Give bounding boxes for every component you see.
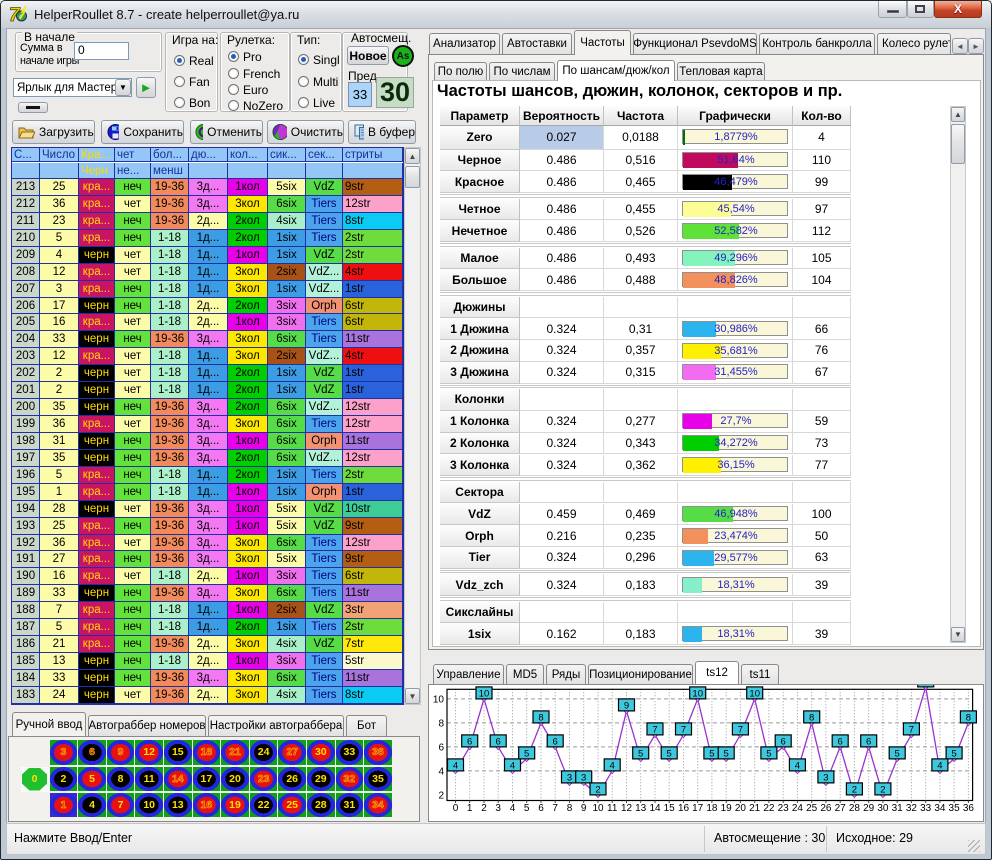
svg-text:32: 32 [906, 803, 918, 814]
svg-text:7: 7 [652, 725, 657, 736]
svg-text:2: 2 [438, 790, 444, 801]
svg-text:7: 7 [909, 725, 914, 736]
svg-text:5: 5 [709, 749, 714, 760]
svg-text:20: 20 [735, 803, 747, 814]
svg-text:4: 4 [510, 803, 516, 814]
svg-text:5: 5 [895, 749, 900, 760]
svg-text:6: 6 [838, 737, 843, 748]
svg-text:14: 14 [649, 803, 661, 814]
svg-text:8: 8 [538, 713, 543, 724]
svg-text:28: 28 [849, 803, 861, 814]
svg-text:3: 3 [581, 773, 586, 784]
svg-text:6: 6 [438, 742, 444, 753]
svg-text:5: 5 [638, 749, 643, 760]
svg-text:1: 1 [467, 803, 473, 814]
svg-text:36: 36 [963, 803, 975, 814]
svg-text:7: 7 [552, 803, 558, 814]
svg-text:11: 11 [921, 685, 931, 688]
svg-text:3: 3 [823, 773, 828, 784]
svg-text:15: 15 [664, 803, 676, 814]
svg-text:2: 2 [880, 785, 885, 796]
svg-text:2: 2 [481, 803, 487, 814]
svg-text:5: 5 [524, 803, 530, 814]
svg-text:10: 10 [749, 689, 760, 700]
svg-text:6: 6 [467, 737, 472, 748]
svg-text:5: 5 [951, 749, 956, 760]
svg-text:21: 21 [749, 803, 761, 814]
svg-text:24: 24 [792, 803, 804, 814]
svg-text:8: 8 [567, 803, 573, 814]
svg-text:25: 25 [806, 803, 818, 814]
svg-text:26: 26 [820, 803, 832, 814]
svg-text:19: 19 [721, 803, 733, 814]
svg-text:4: 4 [453, 761, 458, 772]
svg-text:30: 30 [877, 803, 889, 814]
svg-text:4: 4 [610, 761, 615, 772]
svg-text:5: 5 [766, 749, 771, 760]
svg-text:6: 6 [496, 737, 501, 748]
svg-text:6: 6 [781, 737, 786, 748]
svg-text:6: 6 [538, 803, 544, 814]
svg-text:18: 18 [706, 803, 718, 814]
svg-text:31: 31 [892, 803, 904, 814]
svg-text:4: 4 [510, 761, 515, 772]
svg-text:12: 12 [621, 803, 633, 814]
svg-text:4: 4 [438, 766, 444, 777]
svg-text:13: 13 [635, 803, 647, 814]
svg-text:10: 10 [479, 689, 490, 700]
svg-text:17: 17 [692, 803, 704, 814]
svg-text:16: 16 [678, 803, 690, 814]
svg-text:8: 8 [438, 718, 444, 729]
svg-text:35: 35 [949, 803, 961, 814]
svg-text:5: 5 [667, 749, 672, 760]
svg-text:2: 2 [852, 785, 857, 796]
svg-text:8: 8 [809, 713, 814, 724]
svg-text:27: 27 [835, 803, 847, 814]
svg-text:7: 7 [738, 725, 743, 736]
svg-text:9: 9 [581, 803, 587, 814]
svg-text:10: 10 [592, 803, 604, 814]
svg-text:7: 7 [681, 725, 686, 736]
svg-text:10: 10 [433, 694, 445, 705]
svg-text:22: 22 [763, 803, 775, 814]
svg-text:9: 9 [624, 701, 629, 712]
svg-text:23: 23 [778, 803, 790, 814]
svg-text:11: 11 [607, 803, 618, 814]
svg-text:5: 5 [724, 749, 729, 760]
svg-text:2: 2 [595, 785, 600, 796]
svg-text:4: 4 [795, 761, 800, 772]
svg-text:34: 34 [934, 803, 946, 814]
svg-text:3: 3 [567, 773, 572, 784]
svg-text:6: 6 [866, 737, 871, 748]
svg-text:33: 33 [920, 803, 932, 814]
svg-text:4: 4 [937, 761, 942, 772]
svg-text:8: 8 [966, 713, 971, 724]
svg-text:29: 29 [863, 803, 875, 814]
svg-text:0: 0 [453, 803, 459, 814]
svg-text:6: 6 [553, 737, 558, 748]
svg-text:3: 3 [495, 803, 501, 814]
svg-text:5: 5 [524, 749, 529, 760]
svg-text:10: 10 [692, 689, 703, 700]
